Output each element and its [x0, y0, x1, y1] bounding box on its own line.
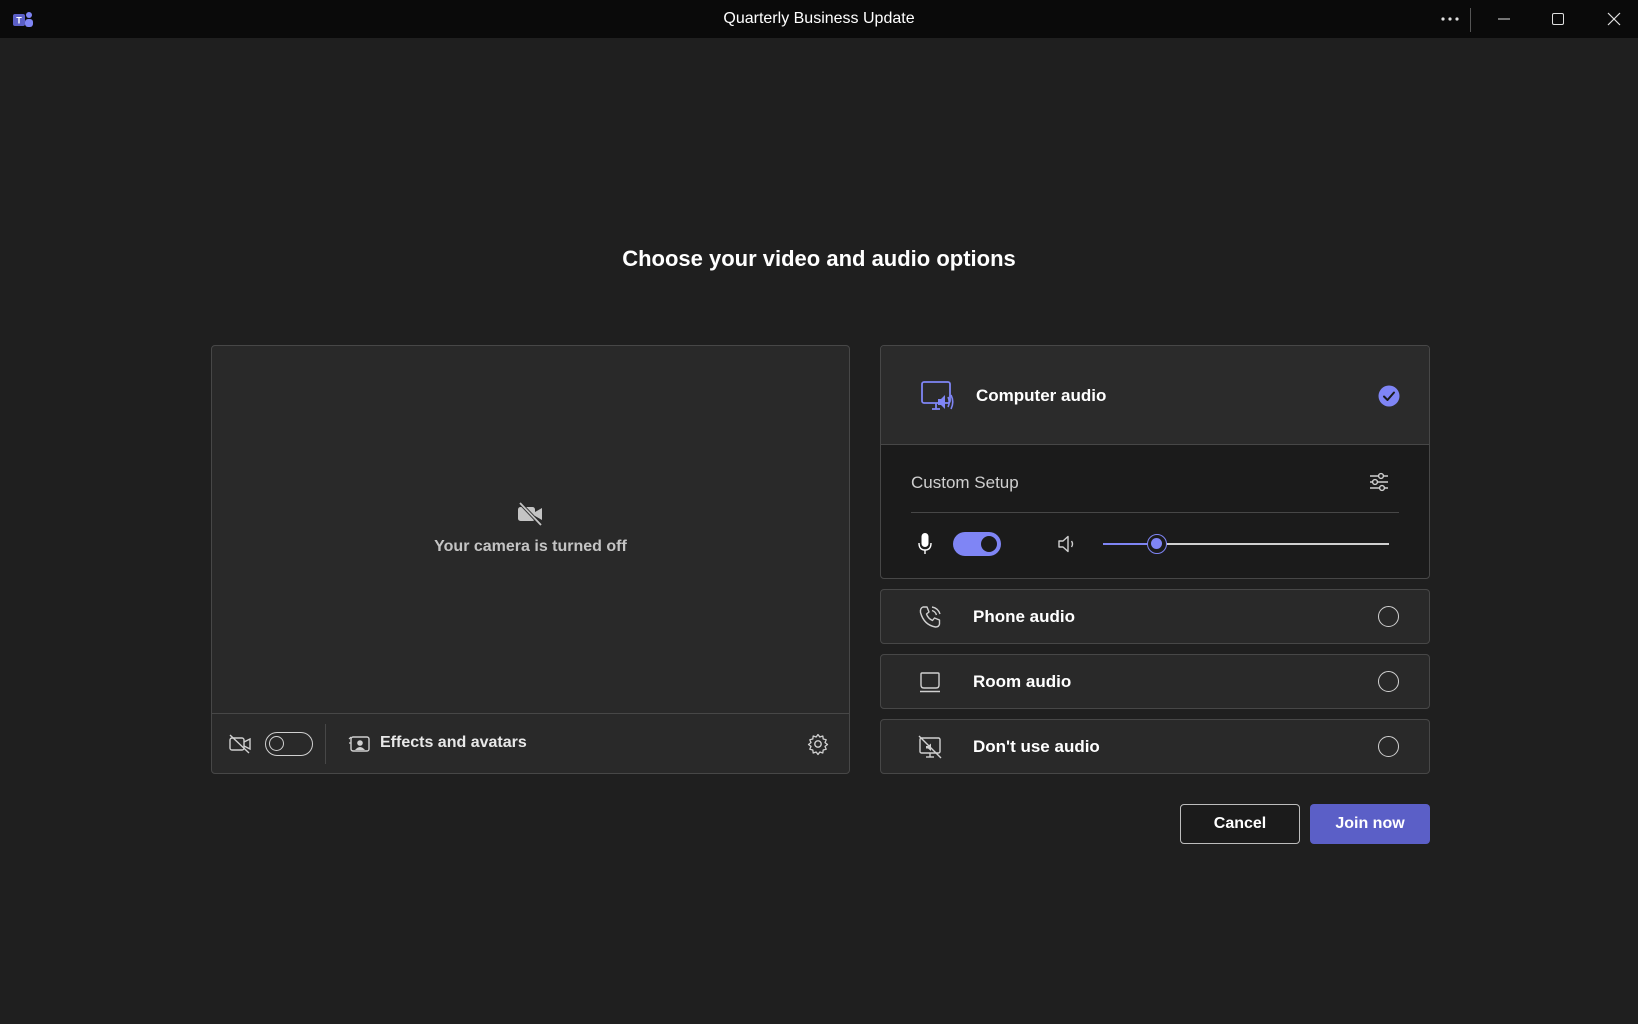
microphone-toggle-knob [981, 536, 997, 552]
audio-device-label: Custom Setup [911, 473, 1019, 492]
microphone-toggle[interactable] [953, 532, 1001, 556]
camera-off-small-icon [229, 734, 251, 754]
close-button[interactable] [1590, 0, 1638, 38]
phone-audio-label: Phone audio [973, 607, 1075, 626]
computer-audio-label: Computer audio [976, 386, 1107, 405]
room-audio-label: Room audio [973, 672, 1072, 691]
audio-settings-divider [911, 512, 1399, 513]
phone-audio-option[interactable]: Phone audio [880, 589, 1430, 644]
video-preview-panel: Your camera is turned off Effects and av… [211, 345, 850, 774]
close-icon [1607, 12, 1621, 26]
speaker-volume-slider[interactable] [1103, 534, 1389, 554]
join-now-button[interactable]: Join now [1310, 804, 1430, 844]
camera-off-message: Your camera is turned off [434, 538, 627, 555]
effects-icon[interactable] [348, 733, 372, 755]
no-audio-radio[interactable] [1378, 736, 1399, 757]
minimize-button[interactable] [1480, 0, 1528, 38]
room-audio-option[interactable]: Room audio [880, 654, 1430, 709]
device-settings-icon[interactable] [1367, 470, 1391, 494]
computer-audio-option[interactable]: Computer audio [881, 346, 1429, 445]
title-bar-divider [1470, 8, 1471, 32]
speaker-icon [1058, 535, 1074, 553]
room-icon [920, 672, 940, 693]
gear-icon[interactable] [806, 732, 830, 756]
maximize-icon [1552, 13, 1564, 25]
more-options-button[interactable] [1426, 0, 1474, 38]
no-audio-icon [918, 735, 942, 759]
phone-icon [919, 606, 941, 628]
title-bar: T Quarterly Business Update [0, 0, 1638, 38]
effects-and-avatars-button[interactable]: Effects and avatars [380, 734, 527, 752]
window-title: Quarterly Business Update [723, 10, 915, 27]
checkmark-circle-icon [1378, 385, 1400, 407]
video-controls-bar: Effects and avatars [212, 713, 849, 773]
microphone-icon [918, 533, 932, 554]
computer-audio-panel: Computer audio Custom Setup [880, 345, 1430, 579]
more-options-icon [1441, 17, 1459, 21]
minimize-icon [1498, 18, 1510, 20]
camera-toggle[interactable] [265, 732, 313, 756]
phone-audio-radio[interactable] [1378, 606, 1399, 627]
video-bar-divider [325, 724, 326, 764]
camera-off-icon [518, 501, 543, 527]
cancel-button[interactable]: Cancel [1180, 804, 1300, 844]
no-audio-option[interactable]: Don't use audio [880, 719, 1430, 774]
page-heading: Choose your video and audio options [622, 246, 1016, 271]
video-preview: Your camera is turned off [212, 346, 849, 713]
no-audio-label: Don't use audio [973, 737, 1100, 756]
volume-slider-thumb[interactable] [1147, 534, 1167, 554]
monitor-speaker-icon [921, 381, 954, 410]
camera-toggle-knob [269, 736, 284, 751]
maximize-button[interactable] [1534, 0, 1582, 38]
room-audio-radio[interactable] [1378, 671, 1399, 692]
